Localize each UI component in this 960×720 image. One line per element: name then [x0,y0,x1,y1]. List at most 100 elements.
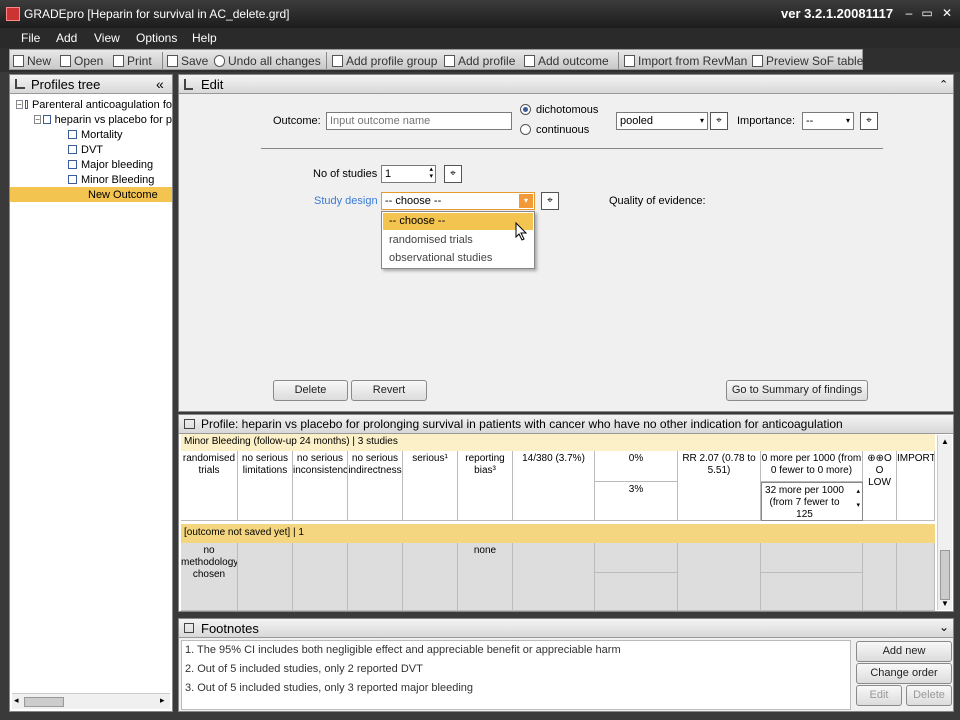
edit-footnote-button[interactable]: Edit [856,685,902,706]
close-button[interactable]: ✕ [938,4,956,22]
vertical-scrollbar[interactable]: ▲ ▼ [937,435,952,610]
pin-icon[interactable]: ⌖ [710,112,728,130]
pooled-select[interactable]: pooled ▾ [616,112,708,130]
maximize-button[interactable]: ▭ [918,4,936,22]
cell-control[interactable]: 0% [595,451,678,482]
delete-button[interactable]: Delete [273,380,348,401]
add-new-footnote-button[interactable]: Add new [856,641,952,662]
preview-sof-button[interactable]: Preview SoF table [752,53,863,68]
footnote-item[interactable]: 3. Out of 5 included studies, only 3 rep… [185,682,473,694]
scroll-thumb[interactable] [24,697,64,707]
cell-limitations[interactable]: no serious limitations [238,451,293,521]
cell-indirectness[interactable]: no serious indirectness [348,451,403,521]
collapse-edit-icon[interactable]: ⌃ [939,78,948,91]
save-button[interactable]: Save [167,53,208,68]
collapse-footnotes-icon[interactable]: ⌄ [939,620,949,634]
footnote-item[interactable]: 1. The 95% CI includes both negligible e… [185,644,621,656]
cell-limitations[interactable] [238,543,293,611]
add-profile-button[interactable]: Add profile [444,53,515,68]
scroll-down-icon[interactable]: ▼ [941,599,949,608]
cell-absolute[interactable] [761,543,863,573]
cell-indirectness[interactable] [348,543,403,611]
menu-help[interactable]: Help [192,31,217,45]
add-profile-group-button[interactable]: Add profile group [332,53,437,68]
continuous-radio[interactable] [520,124,531,135]
cell-importance[interactable]: IMPORTANT [897,451,935,521]
new-button[interactable]: New [13,53,51,68]
dropdown-option-randomised[interactable]: randomised trials [383,232,533,249]
dichotomous-radio[interactable] [520,104,531,115]
cell-importance[interactable] [897,543,935,611]
continuous-label[interactable]: continuous [536,124,589,136]
cell-intervention[interactable] [513,543,595,611]
cell-quality[interactable]: ⊕⊕O O LOW [863,451,897,521]
study-design-label[interactable]: Study design [314,195,378,207]
tree-item-profile[interactable]: − heparin vs placebo for p [10,112,172,127]
cell-absolute[interactable]: 0 more per 1000 (from 0 fewer to 0 more) [761,451,863,482]
pin-icon[interactable]: ⌖ [860,112,878,130]
importance-select[interactable]: -- ▾ [802,112,854,130]
footnote-item[interactable]: 2. Out of 5 included studies, only 2 rep… [185,663,423,675]
chevron-down-icon[interactable]: ▾ [519,194,533,208]
cell-absolute-sub[interactable] [761,573,863,611]
menu-view[interactable]: View [94,31,120,45]
horizontal-scrollbar[interactable]: ◂ ▸ [12,693,170,709]
table-row[interactable]: no methodology chosen none [181,543,935,611]
dropdown-option-observational[interactable]: observational studies [383,250,533,267]
open-button[interactable]: Open [60,53,103,68]
cell-intervention[interactable]: 14/380 (3.7%) [513,451,595,521]
cell-relative[interactable] [678,543,761,611]
delete-footnote-button[interactable]: Delete [906,685,952,706]
collapse-toggle-icon[interactable]: − [34,115,42,124]
menu-add[interactable]: Add [56,31,77,45]
no-studies-stepper[interactable]: 1 ▴ ▾ [381,165,436,183]
tree-item-dvt[interactable]: DVT [10,142,172,157]
undo-all-button[interactable]: Undo all changes [214,53,321,68]
cell-design[interactable]: no methodology chosen [181,543,238,611]
revert-button[interactable]: Revert [351,380,427,401]
stepper-arrows-icon[interactable]: ▴ ▾ [429,166,433,180]
cell-control[interactable] [595,543,678,573]
cell-imprecision[interactable] [403,543,458,611]
outcome-input[interactable] [326,112,512,130]
menu-options[interactable]: Options [136,31,177,45]
cell-control-sub[interactable]: 3% [595,482,678,521]
scroll-thumb[interactable] [940,550,950,600]
cell-design[interactable]: randomised trials [181,451,238,521]
menu-file[interactable]: File [21,31,40,45]
cell-other[interactable]: reporting bias³ [458,451,513,521]
table-row[interactable]: randomised trials no serious limitations… [181,451,935,521]
scroll-up-icon[interactable]: ▲ [941,437,949,446]
tree-item-mortality[interactable]: Mortality [10,127,172,142]
edit-title: Edit [201,77,224,92]
collapse-icon[interactable]: « [156,76,164,92]
pin-icon[interactable]: ⌖ [541,192,559,210]
study-design-select[interactable]: -- choose -- ▾ [381,192,535,210]
cell-quality[interactable] [863,543,897,611]
pin-icon[interactable]: ⌖ [444,165,462,183]
import-revman-button[interactable]: Import from RevMan [624,53,747,68]
cell-imprecision[interactable]: serious¹ [403,451,458,521]
tree-item-major-bleeding[interactable]: Major bleeding [10,157,172,172]
cell-absolute-sub[interactable]: 32 more per 1000 (from 7 fewer to 125 ▴ ▾ [761,482,863,521]
go-summary-button[interactable]: Go to Summary of findings [726,380,868,401]
tree-item-minor-bleeding[interactable]: Minor Bleeding [10,172,172,187]
tree-item-new-outcome[interactable]: New Outcome [10,187,172,202]
scroll-right-icon[interactable]: ▸ [160,695,165,706]
change-order-button[interactable]: Change order [856,663,952,684]
cell-inconsistency[interactable] [293,543,348,611]
tree-item-group[interactable]: − Parenteral anticoagulation fo [10,97,172,112]
scroll-left-icon[interactable]: ◂ [14,695,19,706]
cell-inconsistency[interactable]: no serious inconsistency [293,451,348,521]
dropdown-option-choose[interactable]: -- choose -- [383,213,533,230]
print-button[interactable]: Print [113,53,152,68]
dichotomous-label[interactable]: dichotomous [536,104,598,116]
scroll-arrows-icon[interactable]: ▴ ▾ [856,485,860,513]
cell-relative[interactable]: RR 2.07 (0.78 to 5.51) [678,451,761,521]
add-outcome-button[interactable]: Add outcome [524,53,609,68]
cell-other[interactable]: none [458,543,513,611]
minimize-button[interactable]: – [900,4,918,22]
chevron-down-icon: ▾ [699,116,704,125]
collapse-toggle-icon[interactable]: − [16,100,23,109]
cell-control-sub[interactable] [595,573,678,611]
